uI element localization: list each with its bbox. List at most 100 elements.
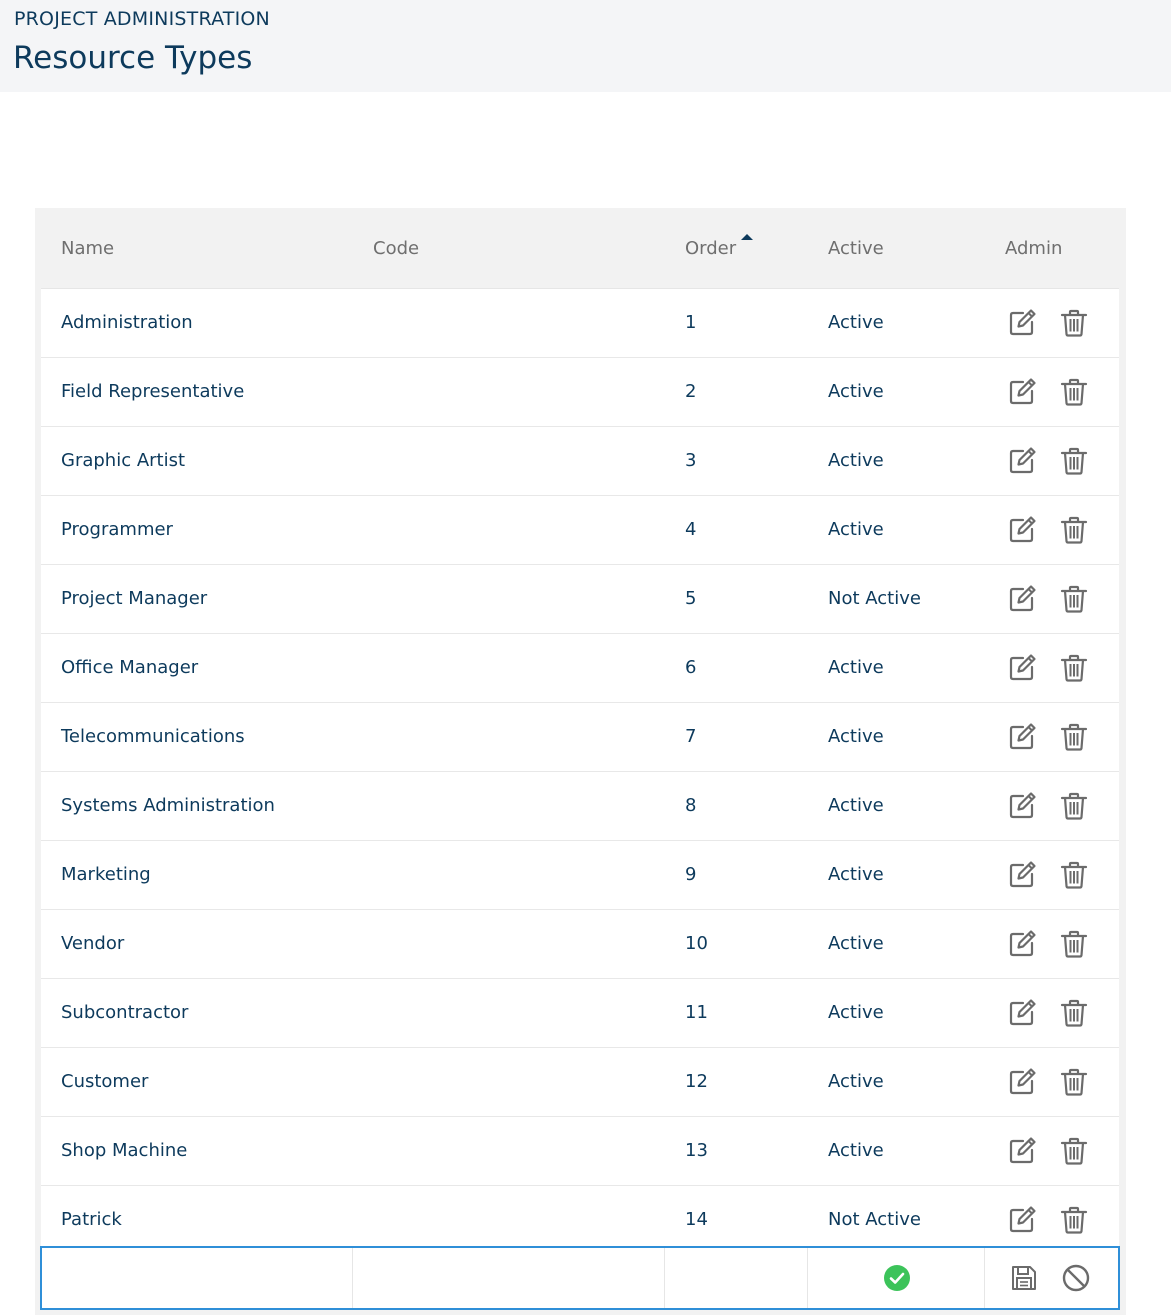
row-order: 10 [685,933,708,954]
column-header-admin: Admin [1005,238,1063,259]
edit-icon[interactable] [1006,790,1038,822]
row-order: 4 [685,519,697,540]
resource-types-grid-container: Name Code Order Active Admin Administrat… [35,208,1126,1315]
edit-icon[interactable] [1006,583,1038,615]
row-order: 11 [685,1002,708,1023]
row-order: 9 [685,864,697,885]
trash-icon[interactable] [1058,514,1090,546]
trash-icon[interactable] [1058,376,1090,408]
new-order-input[interactable] [665,1248,807,1308]
row-active-status: Active [828,864,884,885]
row-active-status: Active [828,1071,884,1092]
row-active-status: Not Active [828,588,921,609]
table-row[interactable]: Marketing 9 Active [41,841,1119,910]
row-order: 2 [685,381,697,402]
row-active-status: Not Active [828,1209,921,1230]
grid-body: Administration 1 Active Field Representativ… [41,289,1119,1255]
row-active-status: Active [828,312,884,333]
new-code-cell [353,1248,665,1308]
new-admin-cell [985,1248,1118,1308]
trash-icon[interactable] [1058,652,1090,684]
column-header-name[interactable]: Name [61,214,114,288]
row-name: Systems Administration [61,795,275,816]
new-active-cell [808,1248,985,1308]
row-order: 1 [685,312,697,333]
trash-icon[interactable] [1058,721,1090,753]
edit-icon[interactable] [1006,721,1038,753]
table-row[interactable]: Patrick 14 Not Active [41,1186,1119,1255]
page-title: Resource Types [13,40,253,76]
table-row[interactable]: Project Manager 5 Not Active [41,565,1119,634]
edit-icon[interactable] [1006,1066,1038,1098]
trash-icon[interactable] [1058,1204,1090,1236]
row-name: Customer [61,1071,149,1092]
row-active-status: Active [828,1002,884,1023]
edit-icon[interactable] [1006,307,1038,339]
edit-icon[interactable] [1006,997,1038,1029]
edit-icon[interactable] [1006,376,1038,408]
row-name: Subcontractor [61,1002,189,1023]
table-row[interactable]: Administration 1 Active [41,289,1119,358]
check-circle-icon[interactable] [883,1264,911,1292]
table-row[interactable]: Programmer 4 Active [41,496,1119,565]
new-order-cell [665,1248,808,1308]
trash-icon[interactable] [1058,1066,1090,1098]
trash-icon[interactable] [1058,445,1090,477]
table-row[interactable]: Field Representative 2 Active [41,358,1119,427]
trash-icon[interactable] [1058,583,1090,615]
row-name: Programmer [61,519,173,540]
edit-icon[interactable] [1006,928,1038,960]
trash-icon[interactable] [1058,997,1090,1029]
row-name: Marketing [61,864,151,885]
cancel-icon[interactable] [1061,1263,1091,1293]
row-name: Office Manager [61,657,199,678]
row-name: Shop Machine [61,1140,188,1161]
row-name: Graphic Artist [61,450,186,471]
edit-icon[interactable] [1006,859,1038,891]
row-active-status: Active [828,657,884,678]
table-row[interactable]: Vendor 10 Active [41,910,1119,979]
save-icon[interactable] [1009,1263,1039,1293]
row-name: Field Representative [61,381,245,402]
row-name: Project Manager [61,588,208,609]
row-active-status: Active [828,519,884,540]
trash-icon[interactable] [1058,1135,1090,1167]
table-row[interactable]: Systems Administration 8 Active [41,772,1119,841]
trash-icon[interactable] [1058,928,1090,960]
resource-types-grid: Name Code Order Active Admin Administrat… [41,214,1119,1255]
sort-ascending-icon [741,234,754,240]
edit-icon[interactable] [1006,652,1038,684]
table-row[interactable]: Telecommunications 7 Active [41,703,1119,772]
row-order: 12 [685,1071,708,1092]
row-order: 3 [685,450,697,471]
table-row[interactable]: Graphic Artist 3 Active [41,427,1119,496]
row-active-status: Active [828,726,884,747]
row-order: 14 [685,1209,708,1230]
row-name: Administration [61,312,193,333]
row-active-status: Active [828,381,884,402]
new-name-input[interactable] [42,1248,352,1308]
row-order: 7 [685,726,697,747]
row-order: 5 [685,588,697,609]
column-header-code[interactable]: Code [373,214,419,288]
trash-icon[interactable] [1058,859,1090,891]
trash-icon[interactable] [1058,790,1090,822]
trash-icon[interactable] [1058,307,1090,339]
page-header: PROJECT ADMINISTRATION Resource Types [0,0,1171,92]
row-name: Patrick [61,1209,122,1230]
row-active-status: Active [828,795,884,816]
new-code-input[interactable] [353,1248,664,1308]
column-header-active[interactable]: Active [828,214,884,288]
column-header-order-label: Order [685,238,737,259]
edit-icon[interactable] [1006,1204,1038,1236]
table-row[interactable]: Office Manager 6 Active [41,634,1119,703]
table-row[interactable]: Subcontractor 11 Active [41,979,1119,1048]
edit-icon[interactable] [1006,1135,1038,1167]
edit-icon[interactable] [1006,445,1038,477]
table-row[interactable]: Shop Machine 13 Active [41,1117,1119,1186]
column-header-order[interactable]: Order [685,214,754,288]
row-order: 8 [685,795,697,816]
row-order: 13 [685,1140,708,1161]
table-row[interactable]: Customer 12 Active [41,1048,1119,1117]
edit-icon[interactable] [1006,514,1038,546]
